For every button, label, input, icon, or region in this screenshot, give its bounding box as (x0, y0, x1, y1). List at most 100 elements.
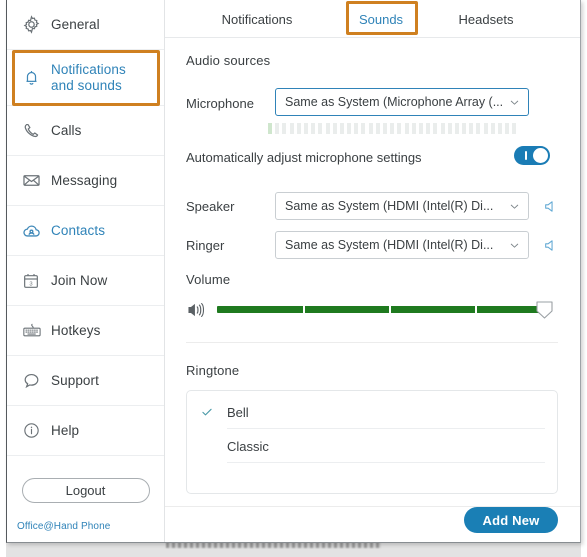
meter-bar (469, 123, 474, 134)
logout-button[interactable]: Logout (21, 478, 150, 503)
microphone-select[interactable]: Same as System (Microphone Array (... (275, 88, 529, 116)
ringtone-list: Bell Classic (186, 390, 558, 494)
sidebar-item-general[interactable]: General (7, 0, 164, 50)
meter-bar (268, 123, 272, 134)
chevron-down-icon (506, 239, 522, 252)
sidebar-item-label: Notifications and sounds (51, 61, 126, 93)
volume-track (217, 306, 543, 313)
calendar-icon: 3 (21, 271, 51, 291)
sidebar-item-support[interactable]: Support (7, 356, 164, 406)
audio-sources-heading: Audio sources (186, 53, 271, 68)
speaker-test-button[interactable] (540, 196, 560, 216)
volume-thumb[interactable] (536, 301, 553, 319)
sidebar-item-label: Hotkeys (51, 322, 101, 338)
gear-icon (21, 14, 51, 35)
volume-up-icon (186, 301, 210, 319)
meter-bar (476, 123, 481, 134)
meter-bar (339, 123, 344, 134)
meter-bar (275, 123, 280, 134)
sidebar-item-contacts[interactable]: Contacts (7, 206, 164, 256)
add-new-button[interactable]: Add New (464, 507, 558, 533)
volume-heading: Volume (186, 272, 231, 287)
chevron-down-icon (506, 96, 522, 109)
meter-bar (498, 123, 502, 134)
microphone-level-meter (268, 123, 517, 134)
tab-sounds[interactable]: Sounds (348, 0, 414, 38)
volume-divider (186, 342, 558, 343)
bell-icon (21, 67, 51, 88)
meter-bar (318, 123, 323, 134)
sidebar-item-label: Support (51, 372, 99, 388)
content-panel: Notifications Sounds Headsets Audio sour… (165, 0, 580, 542)
sidebar-item-notifications-and-sounds[interactable]: Notifications and sounds (7, 50, 164, 106)
microphone-select-value: Same as System (Microphone Array (... (285, 95, 504, 109)
meter-bar (404, 123, 409, 134)
logout-container: Logout (7, 478, 164, 503)
speaker-label: Speaker (186, 199, 235, 214)
sidebar-item-label: Calls (51, 122, 82, 138)
sidebar-item-label: Contacts (51, 222, 106, 238)
ringtone-option-label: Bell (227, 404, 249, 420)
sidebar: General Notifications and sounds Calls M… (7, 0, 165, 542)
volume-tick (389, 306, 391, 313)
meter-bar (311, 123, 316, 134)
ringtone-option-classic[interactable]: Classic (187, 429, 557, 463)
phone-icon (21, 120, 51, 141)
settings-window: General Notifications and sounds Calls M… (6, 0, 581, 543)
account-link[interactable]: Office@Hand Phone (17, 521, 110, 532)
tab-bar: Notifications Sounds Headsets (165, 0, 580, 38)
ringer-test-button[interactable] (540, 235, 560, 255)
microphone-label: Microphone (186, 96, 254, 111)
meter-bar (375, 123, 380, 134)
meter-bar (490, 123, 495, 134)
meter-bar (447, 123, 452, 134)
meter-bar (383, 123, 387, 134)
toggle-knob (533, 148, 548, 163)
meter-bar (296, 123, 301, 134)
speaker-select[interactable]: Same as System (HDMI (Intel(R) Di... (275, 192, 529, 220)
meter-bar (368, 123, 373, 134)
ringtone-separator (227, 462, 545, 463)
meter-bar (282, 123, 287, 134)
footer-divider (165, 506, 580, 507)
chat-bubble-icon (21, 370, 51, 391)
auto-adjust-toggle[interactable] (514, 146, 550, 165)
volume-tick (303, 306, 305, 313)
sidebar-item-label: Help (51, 422, 80, 438)
meter-bar (512, 123, 517, 134)
meter-bar (303, 123, 308, 134)
app-root: General Notifications and sounds Calls M… (0, 0, 587, 557)
ringtone-option-bell[interactable]: Bell (187, 395, 557, 429)
meter-bar (483, 123, 488, 134)
speaker-select-value: Same as System (HDMI (Intel(R) Di... (285, 199, 494, 213)
meter-bar (397, 123, 402, 134)
sidebar-item-calls[interactable]: Calls (7, 106, 164, 156)
meter-bar (361, 123, 366, 134)
sidebar-item-hotkeys[interactable]: Hotkeys (7, 306, 164, 356)
volume-tick (475, 306, 477, 313)
meter-bar (462, 123, 467, 134)
ringtone-heading: Ringtone (186, 363, 240, 378)
sidebar-item-messaging[interactable]: Messaging (7, 156, 164, 206)
bottom-clipped-artifact (6, 541, 581, 557)
volume-slider[interactable] (186, 298, 558, 322)
tab-notifications[interactable]: Notifications (209, 0, 305, 38)
check-icon (187, 405, 227, 419)
ringer-select[interactable]: Same as System (HDMI (Intel(R) Di... (275, 231, 529, 259)
meter-bar (426, 123, 431, 134)
meter-bar (440, 123, 445, 134)
toggle-bar (525, 151, 527, 160)
meter-bar (347, 123, 352, 134)
meter-bar (289, 123, 294, 134)
ringtone-option-label: Classic (227, 438, 269, 454)
meter-bar (454, 123, 459, 134)
ringer-label: Ringer (186, 238, 225, 253)
sidebar-item-help[interactable]: Help (7, 406, 164, 456)
sidebar-item-join-now[interactable]: 3 Join Now (7, 256, 164, 306)
chevron-down-icon (506, 200, 522, 213)
tab-headsets[interactable]: Headsets (447, 0, 525, 38)
meter-bar (332, 123, 337, 134)
meter-bar (505, 123, 510, 134)
auto-adjust-label: Automatically adjust microphone settings (186, 150, 422, 165)
meter-bar (433, 123, 438, 134)
